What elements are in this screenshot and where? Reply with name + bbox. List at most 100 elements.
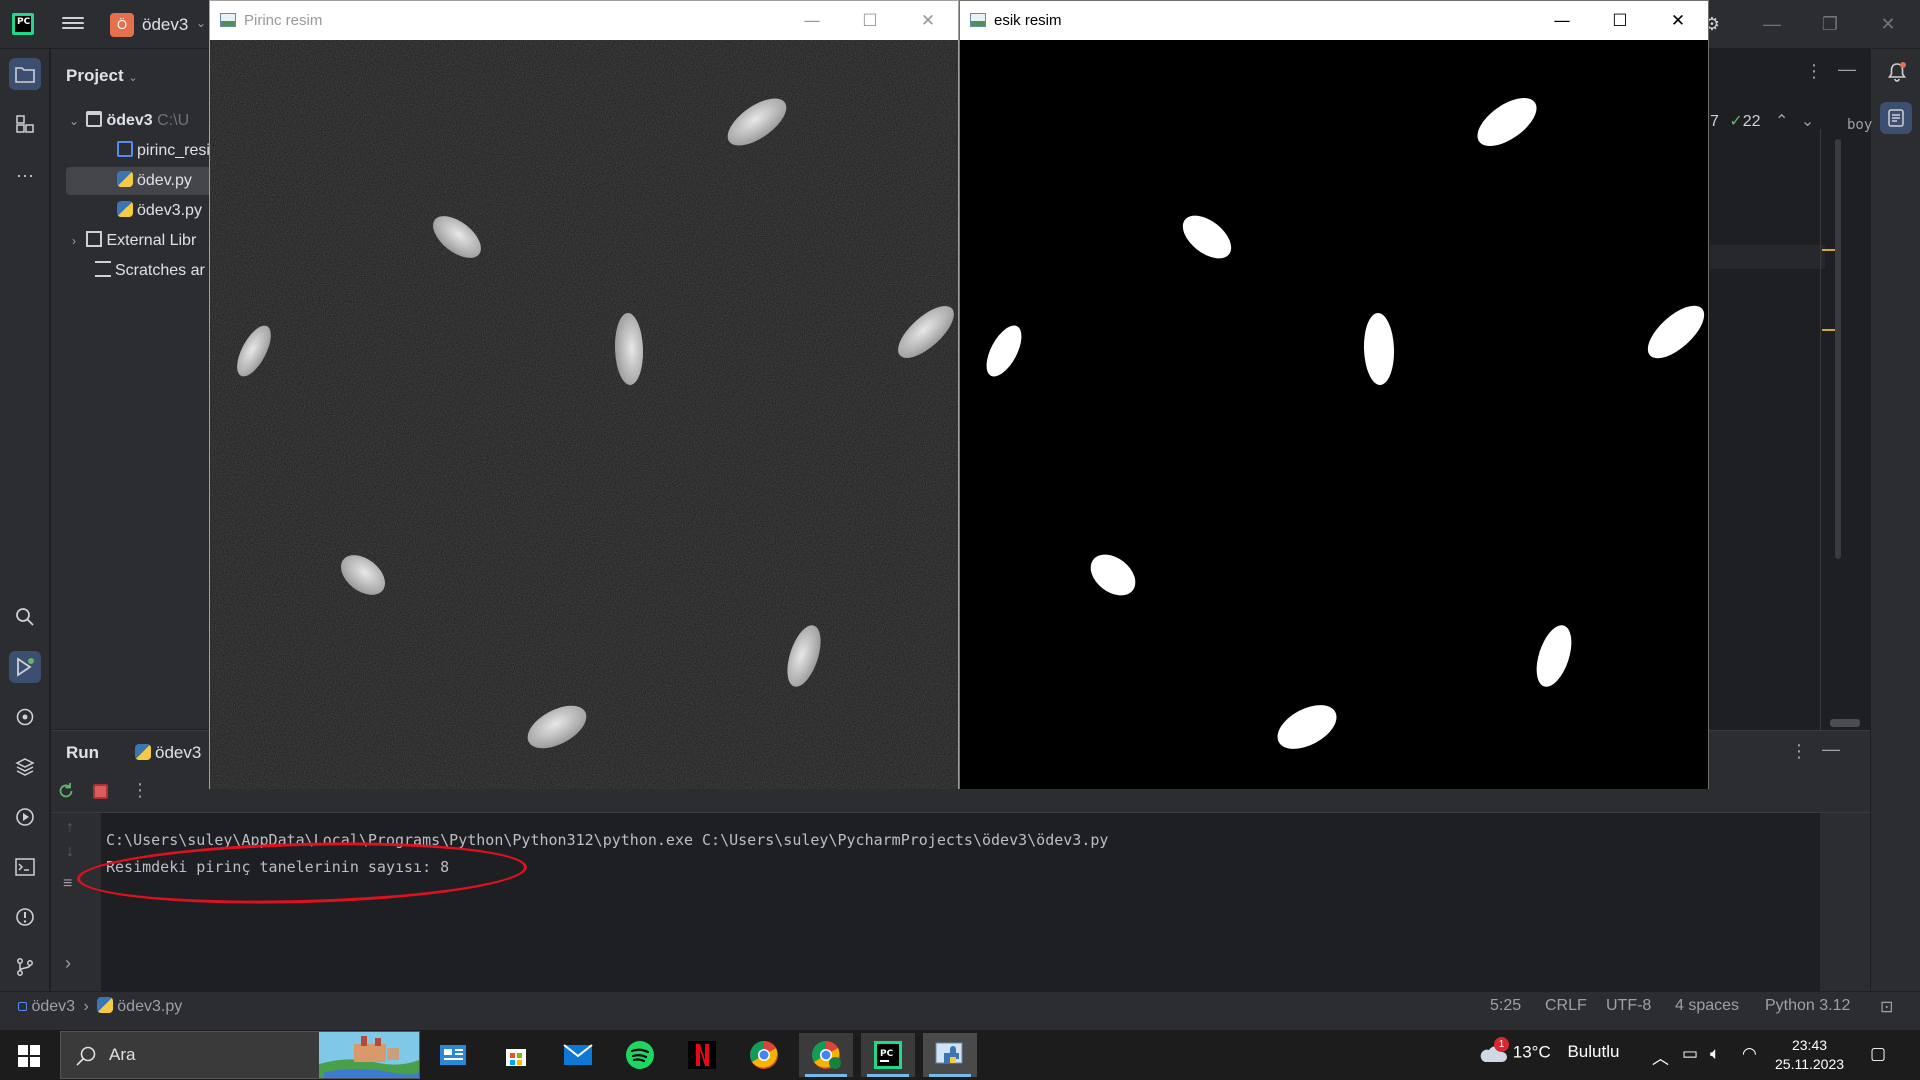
taskbar-mail-app[interactable] <box>551 1033 605 1077</box>
main-menu-icon[interactable] <box>62 14 84 34</box>
minimize-button[interactable]: — <box>1550 9 1574 33</box>
taskbar-chrome-profile-app[interactable] <box>799 1033 853 1077</box>
weather-badge: 1 <box>1494 1037 1509 1052</box>
window-app-icon <box>970 13 986 27</box>
opencv-window-threshold[interactable]: esik resim — ☐ ✕ <box>959 0 1709 789</box>
python-file-icon <box>117 171 133 187</box>
taskbar-news-app[interactable] <box>426 1033 480 1077</box>
soft-wrap-icon[interactable]: ≡ <box>63 875 72 893</box>
notifications-bell-icon[interactable] <box>1886 61 1908 83</box>
python-packages-icon[interactable] <box>9 701 41 733</box>
module-icon <box>18 1002 27 1011</box>
notification-center-icon[interactable]: ▢ <box>1870 1044 1886 1064</box>
python-interpreter[interactable]: Python 3.12 <box>1765 997 1850 1015</box>
tree-item-external-libraries[interactable]: › External Libr <box>51 227 211 255</box>
more-tools-icon[interactable]: ··· <box>9 159 41 191</box>
minimize-button[interactable]: — <box>800 9 824 33</box>
maximize-button[interactable]: ☐ <box>858 9 882 33</box>
chevron-right-icon: › <box>83 998 89 1015</box>
structure-icon[interactable] <box>9 108 41 140</box>
breadcrumb[interactable]: ödev3 › ödev3.py <box>18 997 182 1016</box>
window-title-bar[interactable]: esik resim — ☐ ✕ <box>960 1 1708 40</box>
layers-icon[interactable] <box>9 751 41 783</box>
python-file-icon <box>117 201 133 217</box>
window-title-bar[interactable]: Pirinc resim — ☐ ✕ <box>210 1 958 40</box>
terminal-icon[interactable] <box>9 851 41 883</box>
git-icon[interactable] <box>9 951 41 983</box>
line-ending[interactable]: CRLF <box>1545 997 1587 1015</box>
running-indicator <box>867 1074 909 1077</box>
tree-item-odev-py[interactable]: ödev.py <box>66 167 216 195</box>
tree-item-scratches[interactable]: Scratches ar <box>51 257 211 285</box>
project-panel-title[interactable]: Project ⌄ <box>66 66 138 86</box>
opencv-window-original[interactable]: Pirinc resim — ☐ ✕ <box>209 0 959 789</box>
chevron-down-icon[interactable]: ⌄ <box>196 16 206 30</box>
indent-setting[interactable]: 4 spaces <box>1675 997 1739 1015</box>
taskbar-netflix-app[interactable] <box>675 1033 729 1077</box>
ok-count: 22 <box>1742 113 1761 130</box>
lock-icon[interactable]: ⊡ <box>1880 997 1893 1017</box>
search-placeholder: Ara <box>109 1045 136 1064</box>
services-icon[interactable] <box>9 801 41 833</box>
tray-overflow-chevron-icon[interactable]: ︿ <box>1652 1044 1669 1069</box>
hide-panel-icon[interactable]: — <box>1838 59 1856 80</box>
clock[interactable]: 23:43 25.11.2023 <box>1775 1036 1844 1074</box>
battery-icon[interactable]: ▭ <box>1682 1044 1698 1064</box>
chevron-right-icon[interactable]: › <box>65 953 71 974</box>
project-panel: Project ⌄ ⌄ ödev3 C:\U pirinc_resi ödev.… <box>51 49 216 729</box>
tree-item-project-root[interactable]: ⌄ ödev3 C:\U <box>51 107 211 135</box>
chevron-right-icon[interactable]: › <box>66 227 82 255</box>
taskbar-chrome-app[interactable] <box>737 1033 791 1077</box>
run-panel-title[interactable]: Run <box>66 743 99 763</box>
project-folder-icon[interactable] <box>9 58 41 90</box>
horizontal-scrollbar[interactable] <box>1830 719 1860 727</box>
vertical-scrollbar[interactable] <box>1835 139 1841 559</box>
tree-item-label: ödev3 <box>106 112 153 129</box>
more-options-icon[interactable]: ⋮ <box>1805 61 1823 82</box>
close-button[interactable]: ✕ <box>1876 12 1900 36</box>
run-config-tab[interactable]: ödev3 <box>135 743 201 763</box>
project-name[interactable]: ödev3 <box>142 15 188 35</box>
chevron-down-icon[interactable]: ⌄ <box>1801 113 1814 130</box>
wifi-icon[interactable]: ◠ <box>1742 1044 1757 1064</box>
tree-item-image-file[interactable]: pirinc_resi <box>51 137 211 165</box>
rerun-icon[interactable] <box>57 782 75 800</box>
minimize-button[interactable]: — <box>1760 12 1784 36</box>
run-tool-icon[interactable] <box>9 651 41 683</box>
warning-count: 7 <box>1710 113 1719 130</box>
caret-position[interactable]: 5:25 <box>1490 997 1521 1015</box>
stop-icon[interactable] <box>93 784 108 799</box>
file-encoding[interactable]: UTF-8 <box>1606 997 1651 1015</box>
hide-panel-icon[interactable]: — <box>1822 739 1840 760</box>
current-line-highlight <box>1710 245 1825 269</box>
weather-widget[interactable]: 1 13°C Bulutlu <box>1478 1037 1619 1066</box>
console-right-edge <box>1820 813 1870 992</box>
scroll-up-icon[interactable]: ↑ <box>66 819 74 837</box>
chevron-down-icon[interactable]: ⌄ <box>66 107 82 135</box>
chevron-up-icon[interactable]: ⌃ <box>1775 113 1788 130</box>
project-badge[interactable]: Ö <box>110 13 134 37</box>
scroll-down-icon[interactable]: ↓ <box>66 843 74 861</box>
search-highlight-castle-illustration <box>319 1032 419 1078</box>
code-editor[interactable]: ⋮ — 7 ✓22 ⌃ ⌄ <box>1710 49 1870 749</box>
windows-start-icon[interactable] <box>18 1045 40 1067</box>
problems-icon[interactable] <box>9 901 41 933</box>
more-options-icon[interactable]: ⋮ <box>131 780 149 801</box>
inspection-widget[interactable]: 7 ✓22 ⌃ ⌄ <box>1710 111 1814 131</box>
run-config-tab-label: ödev3 <box>155 743 202 762</box>
maximize-button[interactable]: ☐ <box>1608 9 1632 33</box>
taskbar-pycharm-app[interactable]: PC <box>861 1033 915 1077</box>
taskbar-store-app[interactable] <box>489 1033 543 1077</box>
ai-assistant-icon[interactable] <box>1880 102 1912 134</box>
taskbar-spotify-app[interactable] <box>613 1033 667 1077</box>
close-button[interactable]: ✕ <box>916 9 940 33</box>
python-file-icon <box>97 997 114 1013</box>
restore-button[interactable]: ❐ <box>1818 12 1842 36</box>
close-button[interactable]: ✕ <box>1666 9 1690 33</box>
volume-icon[interactable]: 🔈︎ <box>1710 1044 1720 1064</box>
search-icon[interactable] <box>9 601 41 633</box>
tree-item-odev3-py[interactable]: ödev3.py <box>51 197 211 225</box>
taskbar-search-box[interactable]: Ara <box>60 1031 420 1079</box>
taskbar-python-app[interactable] <box>923 1033 977 1077</box>
more-options-icon[interactable]: ⋮ <box>1790 741 1808 762</box>
